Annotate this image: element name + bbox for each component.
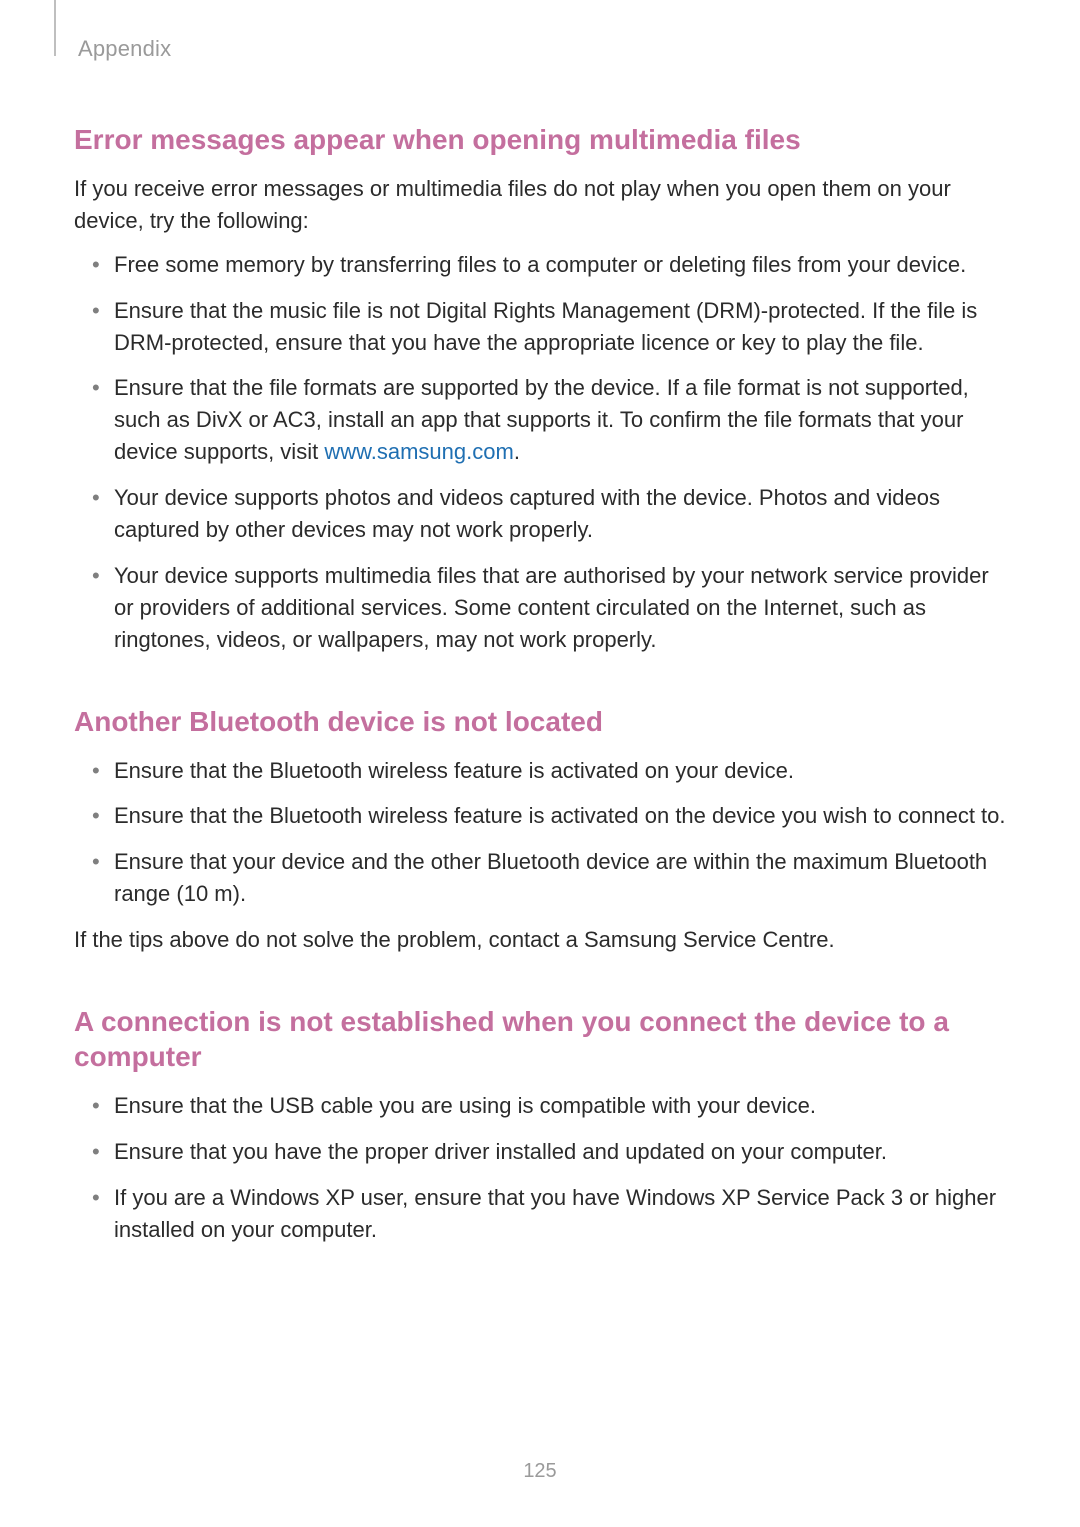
heading-bluetooth: Another Bluetooth device is not located — [74, 704, 1006, 739]
list-item-text-pre: Ensure that the file formats are support… — [114, 375, 969, 464]
page: Appendix Error messages appear when open… — [0, 0, 1080, 1527]
header-rule — [54, 0, 56, 56]
page-number: 125 — [0, 1460, 1080, 1483]
bullets-connection: Ensure that the USB cable you are using … — [74, 1090, 1006, 1246]
list-item: Free some memory by transferring files t… — [74, 249, 1006, 281]
bullets-error-messages: Free some memory by transferring files t… — [74, 249, 1006, 656]
list-item: Ensure that the Bluetooth wireless featu… — [74, 755, 1006, 787]
list-item: Ensure that the Bluetooth wireless featu… — [74, 800, 1006, 832]
link-samsung[interactable]: www.samsung.com — [324, 439, 514, 464]
header-section-label: Appendix — [78, 36, 171, 62]
list-item: Your device supports multimedia files th… — [74, 560, 1006, 656]
heading-error-messages: Error messages appear when opening multi… — [74, 122, 1006, 157]
list-item: Ensure that the USB cable you are using … — [74, 1090, 1006, 1122]
bullets-bluetooth: Ensure that the Bluetooth wireless featu… — [74, 755, 1006, 911]
list-item-text-post: . — [514, 439, 520, 464]
list-item: Your device supports photos and videos c… — [74, 482, 1006, 546]
list-item: Ensure that your device and the other Bl… — [74, 846, 1006, 910]
outro-bluetooth: If the tips above do not solve the probl… — [74, 924, 1006, 956]
list-item: Ensure that the file formats are support… — [74, 372, 1006, 468]
list-item: If you are a Windows XP user, ensure tha… — [74, 1182, 1006, 1246]
list-item: Ensure that you have the proper driver i… — [74, 1136, 1006, 1168]
content-area: Error messages appear when opening multi… — [74, 122, 1006, 1246]
intro-error-messages: If you receive error messages or multime… — [74, 173, 1006, 237]
heading-connection: A connection is not established when you… — [74, 1004, 1006, 1074]
list-item: Ensure that the music file is not Digita… — [74, 295, 1006, 359]
